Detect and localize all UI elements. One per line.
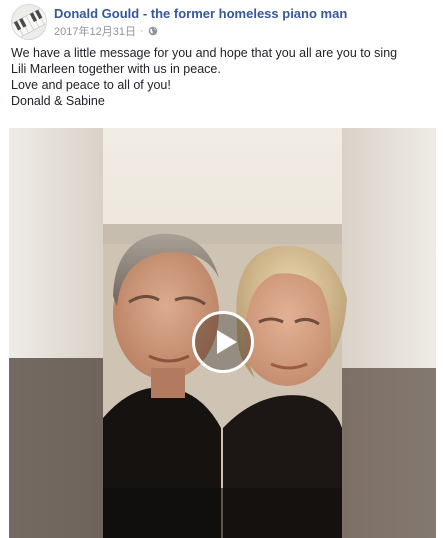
globe-icon[interactable] [148,26,158,36]
meta-separator: · [139,25,144,37]
message-line: Love and peace to all of you! [11,78,171,92]
post-message: We have a little message for you and hop… [11,45,436,109]
play-button[interactable] [192,311,254,373]
video-player[interactable] [9,128,436,538]
page-avatar[interactable] [11,4,47,40]
page-name-link[interactable]: Donald Gould - the former homeless piano… [54,6,347,21]
post-meta: 2017年12月31日 · [54,23,158,39]
piano-keys-image [12,5,46,39]
facebook-post: Donald Gould - the former homeless piano… [0,0,444,538]
message-line: Lili Marleen together with us in peace. [11,62,221,76]
message-line: Donald & Sabine [11,94,105,108]
post-timestamp[interactable]: 2017年12月31日 [54,23,136,39]
play-icon [217,330,237,354]
message-line: We have a little message for you and hop… [11,46,398,60]
